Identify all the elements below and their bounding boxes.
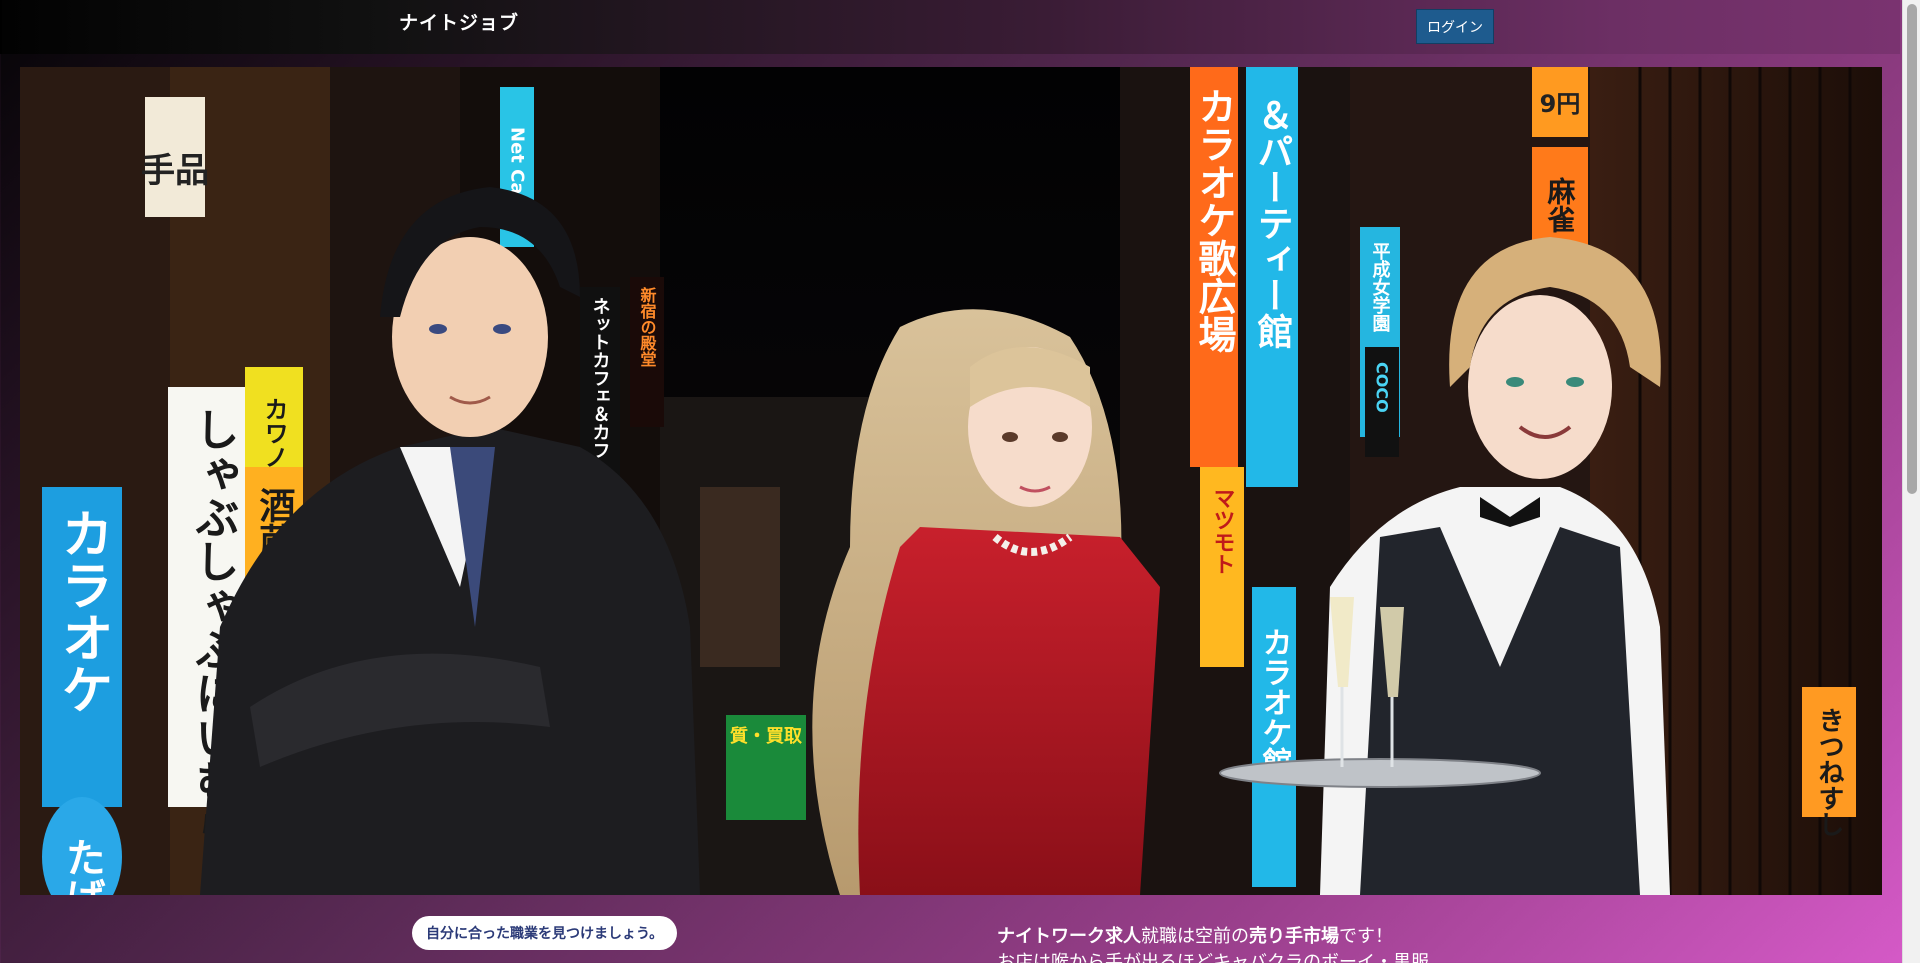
intro-line-1: ナイトワーク求人就職は空前の売り手市場です！	[997, 924, 1557, 950]
intro-keyword-market: 売り手市場	[1249, 926, 1339, 947]
sign-11: たばこ	[59, 837, 105, 895]
sign-7: 平成女学園	[1370, 242, 1391, 333]
sign-15: ネットカフェ＆カフ	[590, 297, 611, 459]
intro-text-a: 就職は空前の	[1141, 926, 1249, 947]
sign-18: きつねすし	[1814, 707, 1844, 837]
hero-banner: 手品 Net Ca カラオケ歌広場 ＆パーティー館 9円 麻雀 平成女学園 CO…	[20, 67, 1882, 895]
sign-13: カワノ	[260, 397, 288, 469]
intro-keyword-job: ナイトワーク求人	[997, 926, 1141, 947]
sign-19: マツモト	[1210, 487, 1235, 575]
sign-6: 麻雀	[1544, 176, 1577, 233]
top-header: ナイトジョブ ログイン	[0, 0, 1900, 54]
sign-10: カラオケ	[52, 507, 112, 715]
login-button[interactable]: ログイン	[1416, 9, 1494, 44]
hero-illustration: 手品 Net Ca カラオケ歌広場 ＆パーティー館 9円 麻雀 平成女学園 CO…	[20, 67, 1882, 895]
sign-4: ＆パーティー館	[1252, 97, 1294, 349]
sign-5: 9円	[1540, 90, 1581, 118]
sign-17: カラオケ館	[1257, 627, 1293, 777]
sign-1: 手品	[141, 151, 209, 191]
sign-2: Net Ca	[507, 127, 528, 195]
site-title[interactable]: ナイトジョブ	[399, 8, 519, 35]
scrollbar-thumb[interactable]	[1907, 4, 1917, 494]
intro-text: ナイトワーク求人就職は空前の売り手市場です！ お店は喉から手が出るほどキャバクラ…	[997, 924, 1557, 963]
intro-line-2: お店は喉から手が出るほどキャバクラのボーイ・黒服	[997, 952, 1429, 963]
sign-3: カラオケ歌広場	[1192, 87, 1236, 354]
page-scrollbar[interactable]	[1902, 0, 1920, 963]
find-job-button[interactable]: 自分に合った職業を見つけましょう。	[412, 916, 678, 950]
sign-14: 質・買取	[730, 725, 803, 747]
intro-text-b: です！	[1339, 926, 1393, 947]
sign-8: COCO	[1373, 362, 1392, 413]
sign-16: 新宿の殿堂	[638, 286, 658, 367]
